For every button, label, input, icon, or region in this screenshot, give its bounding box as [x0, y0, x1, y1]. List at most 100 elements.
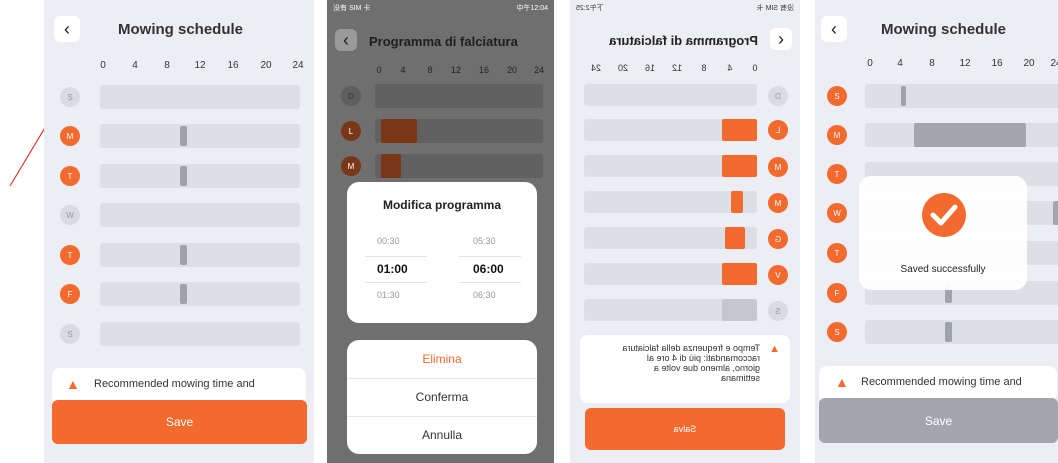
day-toggle[interactable]: T [60, 245, 80, 265]
hour-tick: 8 [427, 65, 433, 75]
day-timeline[interactable] [584, 227, 757, 249]
schedule-slot[interactable] [1053, 201, 1058, 225]
day-timeline[interactable] [865, 123, 1058, 147]
cancel-button[interactable]: Annulla [347, 416, 537, 454]
save-button[interactable]: Save [819, 398, 1058, 443]
hour-tick: 12 [194, 60, 206, 71]
confirm-button[interactable]: Conferma [347, 378, 537, 417]
day-toggle[interactable]: M [60, 126, 80, 146]
schedule-slot[interactable] [722, 155, 757, 177]
day-timeline[interactable] [375, 154, 543, 178]
day-timeline[interactable] [375, 84, 543, 108]
day-timeline[interactable] [584, 299, 757, 321]
day-toggle[interactable]: L [341, 121, 361, 141]
day-toggle[interactable]: T [827, 243, 847, 263]
schedule-slot[interactable] [722, 119, 757, 141]
hour-tick: 20 [1023, 58, 1035, 69]
schedule-slot[interactable] [180, 166, 187, 186]
schedule-slot[interactable] [901, 86, 906, 106]
day-toggle[interactable]: W [60, 205, 80, 225]
screen-mirrored-program: 没有 SIM 卡 下午2:25 ‹ Programma di falciatur… [570, 0, 800, 463]
hour-tick: 0 [867, 58, 873, 69]
day-timeline[interactable] [584, 119, 757, 141]
schedule-slot[interactable] [180, 245, 187, 265]
schedule-slot[interactable] [945, 322, 952, 342]
recommendation-notice: ▲ Recommended mowing time and [52, 368, 306, 404]
save-button[interactable]: Salva [585, 408, 785, 450]
notice-text: Tempo e frequenza della falciatura racco… [622, 343, 760, 383]
day-timeline[interactable] [100, 203, 300, 227]
schedule-slot[interactable] [725, 227, 745, 249]
day-toggle[interactable]: G [768, 229, 788, 249]
day-toggle[interactable]: D [768, 86, 788, 106]
start-time-option[interactable]: 01:30 [377, 290, 400, 300]
hour-tick: 0 [752, 63, 758, 73]
day-toggle[interactable]: D [341, 86, 361, 106]
day-timeline[interactable] [100, 85, 300, 109]
notice-text: Recommended mowing time and [861, 376, 1022, 388]
hour-tick: 0 [376, 65, 382, 75]
hour-tick: 8 [929, 58, 935, 69]
day-toggle[interactable]: M [768, 157, 788, 177]
day-toggle[interactable]: L [768, 120, 788, 140]
day-timeline[interactable] [584, 84, 757, 106]
schedule-slot[interactable] [180, 284, 187, 304]
status-time: 中午12:04 [516, 5, 548, 12]
hour-tick: 12 [959, 58, 971, 69]
start-time-option[interactable]: 00:30 [377, 236, 400, 246]
schedule-slot[interactable] [381, 154, 401, 178]
start-time-selected[interactable]: 01:00 [377, 262, 408, 276]
save-button[interactable]: Save [52, 400, 307, 444]
status-time: 下午2:25 [576, 5, 604, 12]
day-timeline[interactable] [865, 84, 1058, 108]
day-toggle[interactable]: S [60, 324, 80, 344]
back-button[interactable]: ‹ [770, 28, 792, 50]
day-toggle[interactable]: M [827, 125, 847, 145]
delete-button[interactable]: Elimina [347, 340, 537, 379]
day-toggle[interactable]: F [60, 284, 80, 304]
check-circle-icon [922, 193, 966, 237]
day-toggle[interactable]: T [60, 166, 80, 186]
back-button[interactable]: ‹ [54, 16, 80, 42]
bell-icon: ▲ [835, 374, 849, 390]
schedule-slot[interactable] [722, 263, 757, 285]
day-toggle[interactable]: F [827, 283, 847, 303]
day-timeline[interactable] [375, 119, 543, 143]
hour-tick: 4 [132, 60, 138, 71]
day-toggle[interactable]: M [768, 193, 788, 213]
day-toggle[interactable]: S [60, 87, 80, 107]
day-timeline[interactable] [584, 263, 757, 285]
day-toggle[interactable]: S [827, 322, 847, 342]
day-toggle[interactable]: W [827, 203, 847, 223]
end-time-selected[interactable]: 06:00 [473, 262, 504, 276]
end-time-option[interactable]: 06:30 [473, 290, 496, 300]
day-toggle[interactable]: M [341, 156, 361, 176]
day-toggle[interactable]: T [827, 164, 847, 184]
schedule-slot[interactable] [914, 123, 1026, 147]
page-title: Programma di falciatura [369, 34, 518, 49]
recommendation-notice: ▲ Tempo e frequenza della falciatura rac… [580, 335, 790, 403]
day-timeline[interactable] [584, 191, 757, 213]
day-toggle[interactable]: S [827, 86, 847, 106]
edit-program-dialog: Modifica programma 00:30 01:00 01:30 05:… [347, 182, 537, 323]
schedule-slot[interactable] [731, 191, 743, 213]
day-timeline[interactable] [584, 155, 757, 177]
schedule-slot[interactable] [180, 126, 187, 146]
back-button[interactable]: ‹ [821, 16, 847, 42]
back-button[interactable]: ‹ [335, 29, 357, 51]
day-timeline[interactable] [100, 282, 300, 306]
hour-tick: 24 [292, 60, 304, 71]
day-timeline[interactable] [100, 164, 300, 188]
hour-tick: 16 [991, 58, 1003, 69]
hour-tick: 4 [400, 65, 406, 75]
day-timeline[interactable] [865, 320, 1058, 344]
day-timeline[interactable] [100, 243, 300, 267]
end-time-option[interactable]: 05:30 [473, 236, 496, 246]
day-toggle[interactable]: S [768, 301, 788, 321]
action-sheet: Elimina Conferma Annulla [347, 340, 537, 454]
schedule-slot[interactable] [722, 299, 757, 321]
day-timeline[interactable] [100, 322, 300, 346]
schedule-slot[interactable] [381, 119, 417, 143]
day-toggle[interactable]: V [768, 265, 788, 285]
day-timeline[interactable] [100, 124, 300, 148]
